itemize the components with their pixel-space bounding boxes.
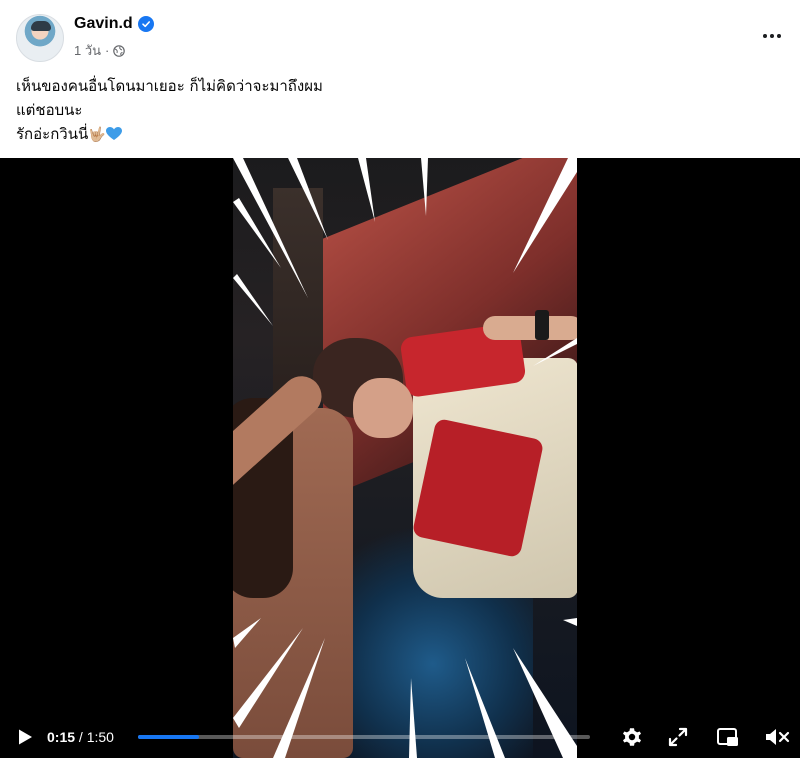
video-player[interactable]: 0:15 / 1:50 [0, 158, 800, 758]
time-display: 0:15 / 1:50 [47, 729, 114, 745]
volume-muted-icon[interactable] [764, 725, 790, 749]
post-header: Gavin.d 1 วัน · เห็นของคนอื่นโดนมาเยอะ ก… [0, 0, 800, 158]
current-time: 0:15 [47, 729, 76, 745]
author-name[interactable]: Gavin.d [74, 15, 133, 33]
video-controls: 0:15 / 1:50 [0, 714, 800, 758]
settings-gear-icon[interactable] [620, 725, 644, 749]
post-caption: เห็นของคนอื่นโดนมาเยอะ ก็ไม่คิดว่าจะมาถึ… [16, 74, 323, 147]
caption-line-2: แต่ชอบนะ [16, 101, 83, 119]
post-meta: 1 วัน · [74, 40, 126, 61]
progress-bar[interactable] [138, 735, 590, 739]
meta-separator: · [105, 43, 110, 58]
speed-lines-overlay [233, 158, 577, 758]
picture-in-picture-icon[interactable] [716, 725, 740, 749]
avatar-hair [31, 21, 51, 31]
caption-line-3-text: รักอ่ะกวินนี่ [16, 125, 89, 143]
more-horizontal-icon [763, 34, 767, 38]
globe-icon[interactable] [113, 44, 126, 57]
post-timestamp[interactable]: 1 วัน [74, 40, 101, 61]
fullscreen-icon[interactable] [666, 725, 690, 749]
play-icon[interactable] [16, 728, 34, 746]
author-avatar[interactable] [16, 14, 64, 62]
caption-line-1: เห็นของคนอื่นโดนมาเยอะ ก็ไม่คิดว่าจะมาถึ… [16, 77, 323, 95]
time-separator: / [78, 729, 83, 745]
love-you-gesture-emoji: 🤟🏼 [88, 127, 106, 143]
duration: 1:50 [86, 729, 114, 745]
video-frame[interactable] [233, 158, 577, 758]
blue-heart-icon [105, 124, 122, 140]
verified-badge-icon [137, 16, 154, 32]
progress-fill [138, 735, 200, 739]
more-options-button[interactable] [760, 26, 784, 46]
author-row: Gavin.d [74, 15, 154, 33]
caption-line-3: รักอ่ะกวินนี่🤟🏼 [16, 122, 323, 147]
